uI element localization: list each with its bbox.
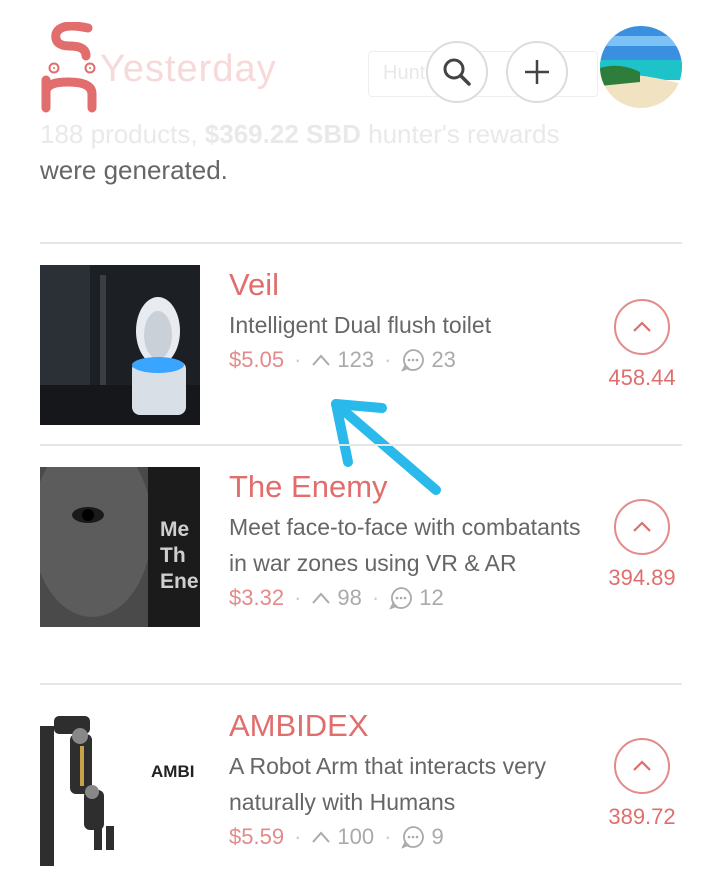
post-info: Veil Intelligent Dual flush toilet $5.05… <box>229 265 589 373</box>
thumbnail-caption: Me Th Ene <box>160 518 199 593</box>
comment-count: 23 <box>401 347 456 373</box>
comment-count-value: 12 <box>419 585 444 610</box>
thumbnail-caption: AMBI <box>151 762 195 781</box>
comment-icon <box>389 587 413 610</box>
comment-count-value: 9 <box>431 824 444 849</box>
post-meta: $3.32 · 98 · 12 <box>229 585 589 611</box>
summary-products: 188 products, <box>40 119 198 149</box>
post-meta: $5.59 · 100 · 9 <box>229 824 589 850</box>
post-title[interactable]: The Enemy <box>229 467 589 507</box>
post-title[interactable]: AMBIDEX <box>229 706 589 746</box>
separator-dot: · <box>294 824 302 849</box>
post-info: AMBIDEX A Robot Arm that interacts very … <box>229 706 589 850</box>
post-score: 458.44 <box>608 365 676 390</box>
separator-dot: · <box>371 585 380 610</box>
comment-icon <box>401 826 425 849</box>
beach-avatar-image <box>600 26 682 108</box>
post-tagline: Meet face-to-face with combatants in war… <box>229 514 581 576</box>
chevron-up-icon <box>633 521 651 532</box>
post-thumbnail[interactable]: Me Th Ene <box>40 467 200 627</box>
divider <box>40 242 682 244</box>
post-meta: $5.05 · 123 · 23 <box>229 347 589 373</box>
avatar[interactable] <box>600 26 682 108</box>
daily-summary: 188 products, $369.22 SBD hunter's rewar… <box>40 116 680 188</box>
plus-icon <box>525 60 549 84</box>
separator-dot: · <box>384 347 392 372</box>
upvote-button[interactable] <box>614 738 670 794</box>
steemhunt-logo[interactable] <box>40 22 106 114</box>
post-score: 394.89 <box>608 565 676 590</box>
post-score: 389.72 <box>608 804 676 829</box>
add-product-button[interactable] <box>506 41 568 103</box>
separator-dot: · <box>294 585 302 610</box>
post-tagline: Intelligent Dual flush toilet <box>229 312 492 338</box>
vote-widget: 389.72 <box>600 738 684 830</box>
chevron-up-icon <box>312 354 331 366</box>
vote-widget: 394.89 <box>600 499 684 591</box>
summary-rewards: $369.22 SBD <box>204 119 361 149</box>
search-icon <box>443 58 471 86</box>
post-thumbnail[interactable]: AMBI <box>40 706 200 866</box>
upvote-count-value: 123 <box>337 347 375 372</box>
summary-generated: were generated. <box>40 155 228 185</box>
separator-dot: · <box>384 824 392 849</box>
comment-count: 12 <box>389 585 444 611</box>
page-title: Yesterday <box>100 48 277 90</box>
toilet-thumbnail-image <box>40 265 200 425</box>
chevron-up-icon <box>633 760 651 771</box>
divider <box>40 683 682 685</box>
post-payout: $3.32 <box>229 585 285 610</box>
comment-count-value: 23 <box>431 347 456 372</box>
upvote-count: 100 <box>311 824 374 850</box>
post-payout: $5.05 <box>229 347 285 372</box>
separator-dot: · <box>294 347 302 372</box>
post-tagline: A Robot Arm that interacts very naturall… <box>229 753 547 815</box>
upvote-count-value: 98 <box>337 585 362 610</box>
upvote-count: 98 <box>311 585 362 611</box>
search-button[interactable] <box>426 41 488 103</box>
summary-stats: 188 products, $369.22 SBD hunter's rewar… <box>40 116 680 152</box>
chevron-up-icon <box>312 831 331 843</box>
comment-icon <box>401 349 425 372</box>
divider <box>40 444 682 446</box>
robot-arm-thumbnail-image <box>40 706 200 866</box>
upvote-count: 123 <box>311 347 374 373</box>
upvote-button[interactable] <box>614 299 670 355</box>
chevron-up-icon <box>633 321 651 332</box>
vote-widget: 458.44 <box>600 299 684 391</box>
upvote-count-value: 100 <box>337 824 375 849</box>
post-title[interactable]: Veil <box>229 265 589 305</box>
summary-rewards-suffix: hunter's rewards <box>360 119 560 149</box>
chevron-up-icon <box>312 592 331 604</box>
post-info: The Enemy Meet face-to-face with combata… <box>229 467 589 611</box>
upvote-button[interactable] <box>614 499 670 555</box>
app-header: Yesterday Hunt here <box>0 0 720 120</box>
comment-count: 9 <box>401 824 444 850</box>
post-thumbnail[interactable] <box>40 265 200 425</box>
post-payout: $5.59 <box>229 824 285 849</box>
